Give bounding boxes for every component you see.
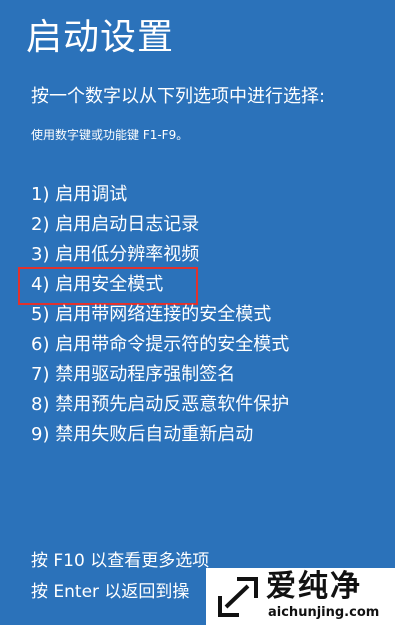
startup-settings-screen: 启动设置 按一个数字以从下列选项中进行选择: 使用数字键或功能键 F1-F9。 … <box>0 0 395 625</box>
page-title: 启动设置 <box>26 17 175 58</box>
return-hint: 按 Enter 以返回到操 <box>31 582 190 602</box>
watermark: 爱纯净 aichunjing.com <box>206 568 395 625</box>
option-disable-early-antimalware[interactable]: 8) 禁用预先启动反恶意软件保护 <box>31 390 289 420</box>
option-enable-safe-mode[interactable]: 4) 启用安全模式 <box>17 267 289 305</box>
window-corner-icon <box>218 577 258 617</box>
option-enable-boot-logging[interactable]: 2) 启用启动日志记录 <box>31 210 289 240</box>
option-safe-mode-command-prompt[interactable]: 6) 启用带命令提示符的安全模式 <box>31 330 289 360</box>
instruction-text: 按一个数字以从下列选项中进行选择: <box>31 86 326 107</box>
watermark-domain: aichunjing.com <box>268 605 380 620</box>
option-safe-mode-networking[interactable]: 5) 启用带网络连接的安全模式 <box>31 300 289 330</box>
more-options-hint: 按 F10 以查看更多选项 <box>31 551 210 571</box>
hint-text: 使用数字键或功能键 F1-F9。 <box>31 128 189 142</box>
options-list: 1) 启用调试 2) 启用启动日志记录 3) 启用低分辨率视频 4) 启用安全模… <box>17 180 289 450</box>
watermark-brand: 爱纯净 <box>266 569 362 604</box>
option-enable-debugging[interactable]: 1) 启用调试 <box>31 180 289 210</box>
option-disable-driver-signature[interactable]: 7) 禁用驱动程序强制签名 <box>31 360 289 390</box>
option-disable-auto-restart[interactable]: 9) 禁用失败后自动重新启动 <box>31 420 289 450</box>
option-enable-low-resolution-video[interactable]: 3) 启用低分辨率视频 <box>31 240 289 270</box>
